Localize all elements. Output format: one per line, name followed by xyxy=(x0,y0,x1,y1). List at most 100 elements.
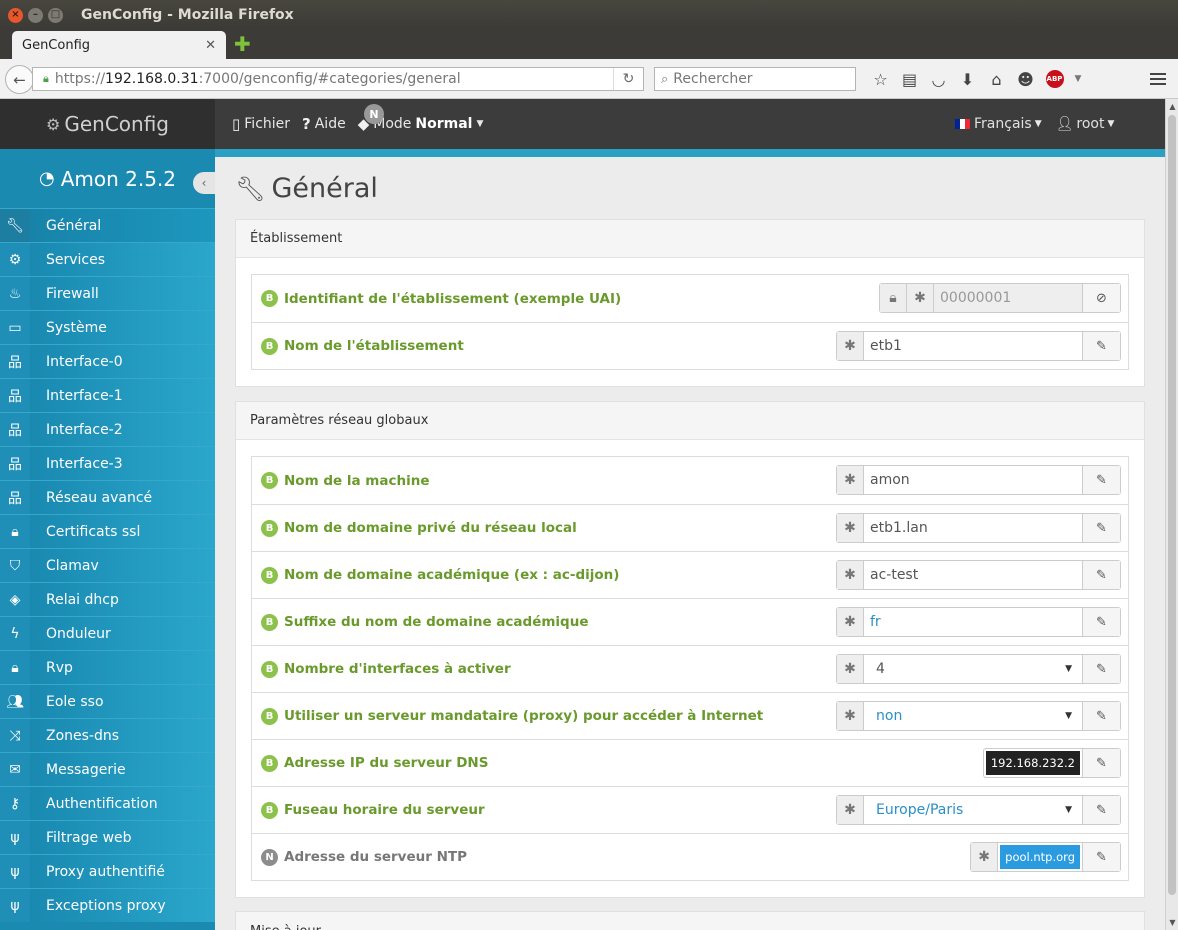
browser-tab[interactable]: GenConfig ✕ xyxy=(12,31,226,59)
user-dropdown[interactable]: 👤︎ root ▼ xyxy=(1056,116,1115,132)
scroll-down-icon[interactable]: ▼ xyxy=(1167,917,1178,928)
edit-icon[interactable]: ✎ xyxy=(1082,466,1120,494)
window-close-icon[interactable]: × xyxy=(8,7,23,23)
window-maximize-icon[interactable]: □ xyxy=(48,7,63,23)
value-tag[interactable]: 192.168.232.2 xyxy=(985,751,1080,775)
sidebar-item-label: Relai dhcp xyxy=(46,591,119,608)
sidebar-item[interactable]: ▭ Système xyxy=(0,310,215,344)
field-control: ✱ pool.ntp.org ✎ xyxy=(970,842,1121,872)
field-input[interactable]: etb1 xyxy=(864,332,1082,360)
scroll-up-icon[interactable]: ▲ xyxy=(1167,101,1178,112)
field-control: 192.168.232.2 ✎ xyxy=(982,748,1121,778)
sidebar-item-label: Système xyxy=(46,319,107,336)
mode-badge: N xyxy=(364,104,384,124)
field-control: ✱ fr ✎ xyxy=(836,607,1121,637)
sidebar-item[interactable]: 🔒︎ Rvp xyxy=(0,650,215,684)
hello-icon[interactable]: ☻ xyxy=(1011,67,1040,91)
field-row: B Utiliser un serveur mandataire (proxy) … xyxy=(252,692,1128,739)
caret-down-icon: ▼ xyxy=(1034,119,1042,129)
toolbar-icons: ☆ ▤ ◡ ⬇ ⌂ ☻ ABP ▼ xyxy=(866,67,1087,91)
hamburger-menu-icon[interactable] xyxy=(1146,67,1170,91)
caret-down-icon: ▼ xyxy=(1065,664,1072,674)
back-arrow-icon[interactable]: ← xyxy=(5,65,34,94)
field-list: B Identifiant de l'établissement (exemple… xyxy=(251,274,1129,370)
adblock-dropdown-icon[interactable]: ▼ xyxy=(1069,67,1087,91)
browser-tabstrip: GenConfig ✕ ✚ xyxy=(0,30,1178,59)
sidebar-item[interactable]: ϟ Onduleur xyxy=(0,616,215,650)
edit-icon[interactable]: ✎ xyxy=(1082,608,1120,636)
search-input[interactable] xyxy=(673,71,844,87)
brand-name: GenConfig xyxy=(64,112,169,136)
edit-icon[interactable]: ✎ xyxy=(1082,843,1120,871)
search-bar[interactable]: ⌕ xyxy=(654,67,856,91)
scroll-thumb[interactable] xyxy=(1168,115,1176,895)
page-title-text: Général xyxy=(271,173,378,204)
field-control: ✱ etb1.lan ✎ xyxy=(836,513,1121,543)
sidebar-item[interactable]: 品 Interface-3 xyxy=(0,446,215,480)
value-tag[interactable]: pool.ntp.org xyxy=(1000,845,1080,869)
edit-icon[interactable]: ✎ xyxy=(1082,655,1120,683)
sitemap-icon: 品 xyxy=(8,354,22,371)
tab-close-icon[interactable]: ✕ xyxy=(205,38,216,53)
shield-icon: ⛉ xyxy=(9,557,21,574)
mode-level-badge: B xyxy=(261,337,278,355)
edit-icon[interactable]: ✎ xyxy=(1082,702,1120,730)
field-select[interactable]: Europe/Paris ▼ xyxy=(864,796,1082,824)
reading-list-icon[interactable]: ▤ xyxy=(895,67,924,91)
field-input[interactable]: ac-test xyxy=(864,561,1082,589)
field-input[interactable]: fr xyxy=(864,608,1082,636)
sidebar-item[interactable]: 品 Interface-0 xyxy=(0,344,215,378)
brand[interactable]: ⚙ GenConfig xyxy=(0,99,215,149)
ban-icon[interactable]: ⊘ xyxy=(1082,284,1120,312)
sidebar-item[interactable]: 品 Interface-2 xyxy=(0,412,215,446)
pocket-icon[interactable]: ◡ xyxy=(924,67,953,91)
menu-fichier[interactable]: ▯ Fichier xyxy=(232,115,290,133)
edit-icon[interactable]: ✎ xyxy=(1082,796,1120,824)
url-text[interactable]: https://192.168.0.31:7000/genconfig/#cat… xyxy=(55,71,605,87)
sidebar-item[interactable]: ✉ Messagerie xyxy=(0,752,215,786)
sidebar-item[interactable]: ⚙ Services xyxy=(0,242,215,276)
page-scrollbar[interactable]: ▲ ▼ xyxy=(1165,99,1178,930)
sidebar-item[interactable]: ◈ Relai dhcp xyxy=(0,582,215,616)
sidebar-item[interactable]: 品 Interface-1 xyxy=(0,378,215,412)
field-select[interactable]: non ▼ xyxy=(864,702,1082,730)
sidebar-item[interactable]: 🔧︎ Général xyxy=(0,208,215,242)
caret-down-icon: ▼ xyxy=(476,119,484,129)
sidebar-item[interactable]: 🔒︎ Certificats ssl xyxy=(0,514,215,548)
edit-icon[interactable]: ✎ xyxy=(1082,561,1120,589)
reload-icon[interactable]: ↻ xyxy=(613,68,643,90)
new-tab-icon[interactable]: ✚ xyxy=(234,34,251,54)
field-input[interactable]: etb1.lan xyxy=(864,514,1082,542)
sidebar-item[interactable]: ψ Filtrage web xyxy=(0,820,215,854)
sidebar-item[interactable]: ♨ Firewall xyxy=(0,276,215,310)
edit-icon[interactable]: ✎ xyxy=(1082,749,1120,777)
bookmark-star-icon[interactable]: ☆ xyxy=(866,67,895,91)
menu-aide[interactable]: ? Aide xyxy=(302,115,346,133)
caret-down-icon: ▼ xyxy=(1065,711,1072,721)
field-row: B Fuseau horaire du serveur ✱ Europe/Paris ▼… xyxy=(252,786,1128,833)
download-icon[interactable]: ⬇ xyxy=(953,67,982,91)
page-title: 🔧︎ Général xyxy=(235,173,378,204)
url-bar[interactable]: 🔒︎ https://192.168.0.31:7000/genconfig/#… xyxy=(32,67,644,91)
language-dropdown[interactable]: Français ▼ xyxy=(955,116,1042,132)
sidebar-item-label: Clamav xyxy=(46,557,99,574)
edit-icon[interactable]: ✎ xyxy=(1082,332,1120,360)
adblock-icon[interactable]: ABP xyxy=(1040,67,1069,91)
user-label: root xyxy=(1076,116,1105,132)
sidebar-item[interactable]: ⚷ Authentification xyxy=(0,786,215,820)
sidebar-item[interactable]: ψ Proxy authentifié xyxy=(0,854,215,888)
asterisk-icon: ✱ xyxy=(837,561,864,589)
home-icon[interactable]: ⌂ xyxy=(982,67,1011,91)
sidebar-item[interactable]: ⛉ Clamav xyxy=(0,548,215,582)
sidebar-item[interactable]: ⤨ Zones-dns xyxy=(0,718,215,752)
window-minimize-icon[interactable]: – xyxy=(28,7,43,23)
sidebar-item[interactable]: 👥︎ Eole sso xyxy=(0,684,215,718)
sidebar-item-label: Interface-1 xyxy=(46,387,123,404)
sidebar-item[interactable]: 品 Réseau avancé xyxy=(0,480,215,514)
field-select[interactable]: 4 ▼ xyxy=(864,655,1082,683)
edit-icon[interactable]: ✎ xyxy=(1082,514,1120,542)
field-row: B Nom de la machine ✱ amon ✎ xyxy=(252,457,1128,504)
field-input[interactable]: amon xyxy=(864,466,1082,494)
sidebar-collapse-icon[interactable]: ‹ xyxy=(193,172,215,194)
sidebar-item[interactable]: ψ Exceptions proxy xyxy=(0,888,215,922)
